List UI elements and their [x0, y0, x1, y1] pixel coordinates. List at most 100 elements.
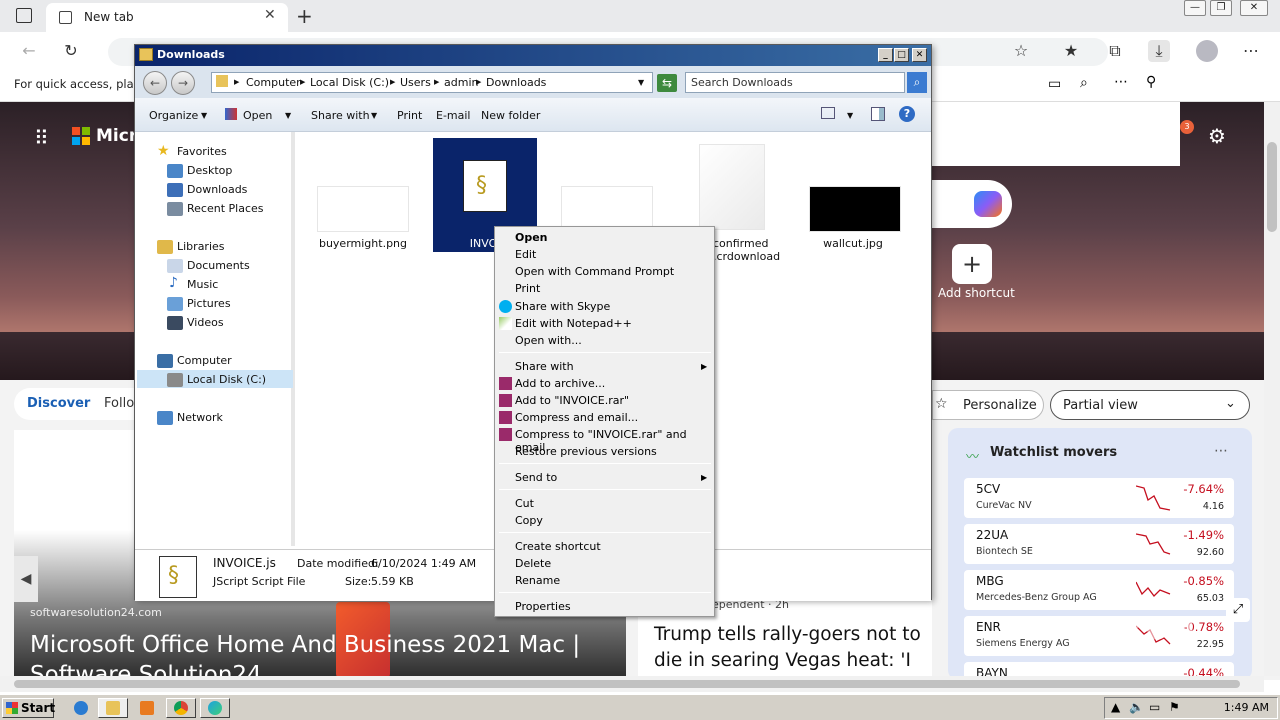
profile-avatar[interactable]	[1196, 40, 1218, 62]
menu-compress-email[interactable]: Compress and email...	[515, 411, 638, 424]
maximize-button[interactable]: □	[894, 48, 909, 62]
menu-send-to[interactable]: Send to	[515, 471, 557, 484]
settings-gear-icon[interactable]: ⚙	[1208, 124, 1226, 148]
menu-add-rar[interactable]: Add to "INVOICE.rar"	[515, 394, 629, 407]
email-button[interactable]: E-mail	[436, 109, 471, 122]
menu-rename[interactable]: Rename	[515, 574, 560, 587]
tree-favorites[interactable]: Favorites	[177, 145, 227, 158]
menu-share-skype[interactable]: Share with Skype	[515, 300, 610, 313]
horizontal-scrollbar[interactable]	[0, 676, 1264, 692]
stock-row[interactable]: 5CV CureVac NV -7.64% 4.16	[964, 478, 1234, 518]
carousel-prev-button[interactable]: ◀	[14, 556, 38, 602]
card-headline[interactable]: Trump tells rally-goers not to die in se…	[654, 622, 934, 674]
menu-cut[interactable]: Cut	[515, 497, 534, 510]
copilot-button[interactable]	[932, 180, 1012, 228]
taskbar-ie[interactable]	[66, 698, 96, 718]
search-input[interactable]: Search Downloads	[685, 72, 905, 93]
chevron-down-icon[interactable]: ▼	[638, 78, 644, 87]
help-icon[interactable]: ?	[899, 106, 915, 122]
tree-desktop[interactable]: Desktop	[187, 164, 232, 177]
tree-recent-places[interactable]: Recent Places	[187, 202, 264, 215]
expand-icon[interactable]: ⤢	[1226, 598, 1250, 622]
personalize-button[interactable]: ☆ Personalize	[932, 390, 1044, 420]
close-window-button[interactable]: ✕	[1240, 0, 1268, 16]
tree-downloads[interactable]: Downloads	[187, 183, 247, 196]
tree-computer[interactable]: Computer	[177, 354, 232, 367]
file-name[interactable]: wallcut.jpg	[803, 237, 903, 250]
back-icon[interactable]: ←	[18, 40, 40, 62]
minimize-button[interactable]: —	[1184, 0, 1206, 16]
taskbar-media[interactable]	[132, 698, 162, 718]
minimize-button[interactable]: _	[878, 48, 893, 62]
search-icon[interactable]: ⌕	[1080, 75, 1088, 91]
file-name[interactable]: buyermight.png	[313, 237, 413, 250]
more-menu-icon[interactable]: ⋯	[1240, 40, 1262, 62]
forward-button[interactable]: →	[171, 71, 195, 95]
share-with-button[interactable]: Share with	[311, 109, 370, 122]
print-button[interactable]: Print	[397, 109, 422, 122]
tab-actions-icon[interactable]	[16, 8, 32, 23]
menu-restore-versions[interactable]: Restore previous versions	[515, 445, 657, 458]
taskbar-chrome[interactable]	[166, 698, 196, 718]
refresh-icon[interactable]: ⇆	[657, 74, 677, 92]
search-icon[interactable]: ⌕	[907, 72, 927, 93]
tree-music[interactable]: Music	[187, 278, 218, 291]
open-button[interactable]: Open	[243, 109, 272, 122]
close-tab-icon[interactable]: ✕	[264, 7, 276, 23]
crumb-admin[interactable]: admin	[444, 76, 478, 89]
file-thumbnail-buyermight[interactable]	[317, 186, 409, 232]
notification-badge[interactable]: 3	[1180, 120, 1194, 134]
new-folder-button[interactable]: New folder	[481, 109, 540, 122]
menu-open-with[interactable]: Open with...	[515, 334, 582, 347]
crumb-computer[interactable]: Computer	[246, 76, 301, 89]
stock-row[interactable]: MBG Mercedes-Benz Group AG -0.85% 65.03	[964, 570, 1234, 610]
back-button[interactable]: ←	[143, 71, 167, 95]
menu-delete[interactable]: Delete	[515, 557, 551, 570]
tab-discover[interactable]: Discover	[27, 396, 90, 411]
file-thumbnail-wallcut[interactable]	[809, 186, 901, 232]
explorer-titlebar[interactable]: Downloads _ □ ✕	[135, 45, 931, 66]
vertical-scrollbar[interactable]	[1264, 102, 1280, 676]
stock-row[interactable]: 22UA Biontech SE -1.49% 92.60	[964, 524, 1234, 564]
new-tab-plus-icon[interactable]: +	[296, 4, 313, 28]
view-options-icon[interactable]	[821, 107, 835, 119]
tree-videos[interactable]: Videos	[187, 316, 224, 329]
menu-properties[interactable]: Properties	[515, 600, 571, 613]
organize-button[interactable]: Organize	[149, 109, 198, 122]
taskbar-explorer[interactable]	[98, 698, 128, 718]
close-button[interactable]: ✕	[912, 48, 927, 62]
folder-icon[interactable]: ▭	[1048, 76, 1061, 92]
crumb-local-disk[interactable]: Local Disk (C:)	[310, 76, 389, 89]
start-button[interactable]: Start	[2, 698, 55, 718]
tree-libraries[interactable]: Libraries	[177, 240, 225, 253]
more-icon[interactable]: ⋯	[1114, 74, 1128, 90]
tree-local-disk[interactable]: Local Disk (C:)	[187, 373, 266, 386]
breadcrumb[interactable]: ▶ Computer ▶ Local Disk (C:) ▶ Users ▶ a…	[211, 72, 653, 93]
crumb-users[interactable]: Users	[400, 76, 431, 89]
preview-pane-icon[interactable]	[871, 107, 885, 121]
menu-copy[interactable]: Copy	[515, 514, 543, 527]
pin-icon[interactable]: ⚲	[1146, 74, 1156, 90]
tree-documents[interactable]: Documents	[187, 259, 250, 272]
file-name[interactable]: confirmed .crdownload	[713, 237, 783, 263]
menu-add-archive[interactable]: Add to archive...	[515, 377, 605, 390]
tree-pictures[interactable]: Pictures	[187, 297, 231, 310]
menu-print[interactable]: Print	[515, 282, 540, 295]
taskbar-edge[interactable]	[200, 698, 230, 718]
add-favorite-icon[interactable]: ☆	[1010, 40, 1032, 62]
menu-open-cmd[interactable]: Open with Command Prompt	[515, 265, 674, 278]
menu-create-shortcut[interactable]: Create shortcut	[515, 540, 601, 553]
tree-network[interactable]: Network	[177, 411, 223, 424]
apps-grid-icon[interactable]: ⠿	[34, 126, 49, 150]
view-dropdown[interactable]: Partial view ⌄	[1050, 390, 1250, 420]
crumb-downloads[interactable]: Downloads	[486, 76, 546, 89]
tab-new-tab[interactable]: New tab ✕	[46, 3, 288, 32]
menu-edit[interactable]: Edit	[515, 248, 536, 261]
menu-open[interactable]: Open	[515, 231, 548, 244]
downloads-icon[interactable]: ⤓	[1148, 40, 1170, 62]
collections-icon[interactable]: ⧉	[1104, 40, 1126, 62]
file-thumbnail-crdownload[interactable]	[699, 144, 765, 230]
favorites-icon[interactable]: ★	[1060, 40, 1082, 62]
tab-following[interactable]: Follo	[104, 396, 134, 411]
menu-edit-notepadpp[interactable]: Edit with Notepad++	[515, 317, 632, 330]
